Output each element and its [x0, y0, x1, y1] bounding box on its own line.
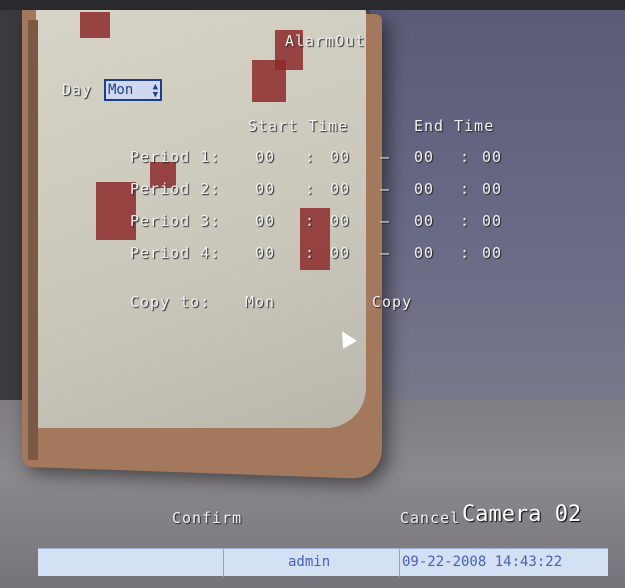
camera-label: Camera 02: [462, 502, 582, 527]
period-label: Period 3:: [130, 212, 221, 230]
background-red-tile: [80, 12, 110, 38]
time-separator: :: [460, 148, 471, 166]
copy-to-select[interactable]: Mon: [245, 293, 275, 311]
time-separator: :: [460, 212, 471, 230]
background-top-edge: [0, 0, 625, 10]
time-separator: :: [305, 212, 316, 230]
range-dash: —: [380, 148, 391, 166]
date-time: 09-22-2008 14:43:22: [402, 554, 563, 570]
current-user: admin: [288, 554, 331, 570]
background-wall: [370, 0, 625, 420]
start-minute-field[interactable]: 00: [330, 180, 350, 198]
dvr-screen: AlarmOut Day Mon ▲ ▼ Start Time End Time …: [0, 0, 625, 588]
status-cell: admin: [224, 549, 400, 577]
spinner-arrows-icon[interactable]: ▲ ▼: [153, 83, 158, 100]
start-hour-field[interactable]: 00: [255, 148, 275, 166]
time-separator: :: [460, 244, 471, 262]
time-separator: :: [305, 148, 316, 166]
day-label: Day: [62, 81, 93, 99]
status-cell: [38, 549, 224, 577]
range-dash: —: [380, 212, 391, 230]
start-hour-field[interactable]: 00: [255, 180, 275, 198]
time-separator: :: [460, 180, 471, 198]
start-hour-field[interactable]: 00: [255, 212, 275, 230]
end-hour-field[interactable]: 00: [414, 180, 434, 198]
menu-title: AlarmOut: [285, 32, 366, 50]
end-minute-field[interactable]: 00: [482, 180, 502, 198]
end-minute-field[interactable]: 00: [482, 244, 502, 262]
copy-button[interactable]: Copy: [372, 293, 412, 311]
period-label: Period 2:: [130, 180, 221, 198]
range-dash: —: [380, 244, 391, 262]
start-minute-field[interactable]: 00: [330, 212, 350, 230]
column-start-time: Start Time: [248, 117, 349, 135]
start-hour-field[interactable]: 00: [255, 244, 275, 262]
confirm-button[interactable]: Confirm: [172, 509, 242, 527]
start-minute-field[interactable]: 00: [330, 148, 350, 166]
day-select[interactable]: Mon ▲ ▼: [104, 79, 162, 101]
period-label: Period 1:: [130, 148, 221, 166]
start-minute-field[interactable]: 00: [330, 244, 350, 262]
status-cell: 09-22-2008 14:43:22: [400, 549, 608, 577]
end-hour-field[interactable]: 00: [414, 148, 434, 166]
end-hour-field[interactable]: 00: [414, 244, 434, 262]
time-separator: :: [305, 244, 316, 262]
period-label: Period 4:: [130, 244, 221, 262]
cancel-button[interactable]: Cancel: [400, 509, 460, 527]
column-end-time: End Time: [414, 117, 495, 135]
end-minute-field[interactable]: 00: [482, 212, 502, 230]
copy-to-label: Copy to:: [130, 293, 211, 311]
day-select-value: Mon: [108, 82, 134, 98]
status-bar: admin 09-22-2008 14:43:22: [38, 548, 608, 577]
end-hour-field[interactable]: 00: [414, 212, 434, 230]
end-minute-field[interactable]: 00: [482, 148, 502, 166]
background-board-edge: [28, 20, 38, 460]
range-dash: —: [380, 180, 391, 198]
time-separator: :: [305, 180, 316, 198]
